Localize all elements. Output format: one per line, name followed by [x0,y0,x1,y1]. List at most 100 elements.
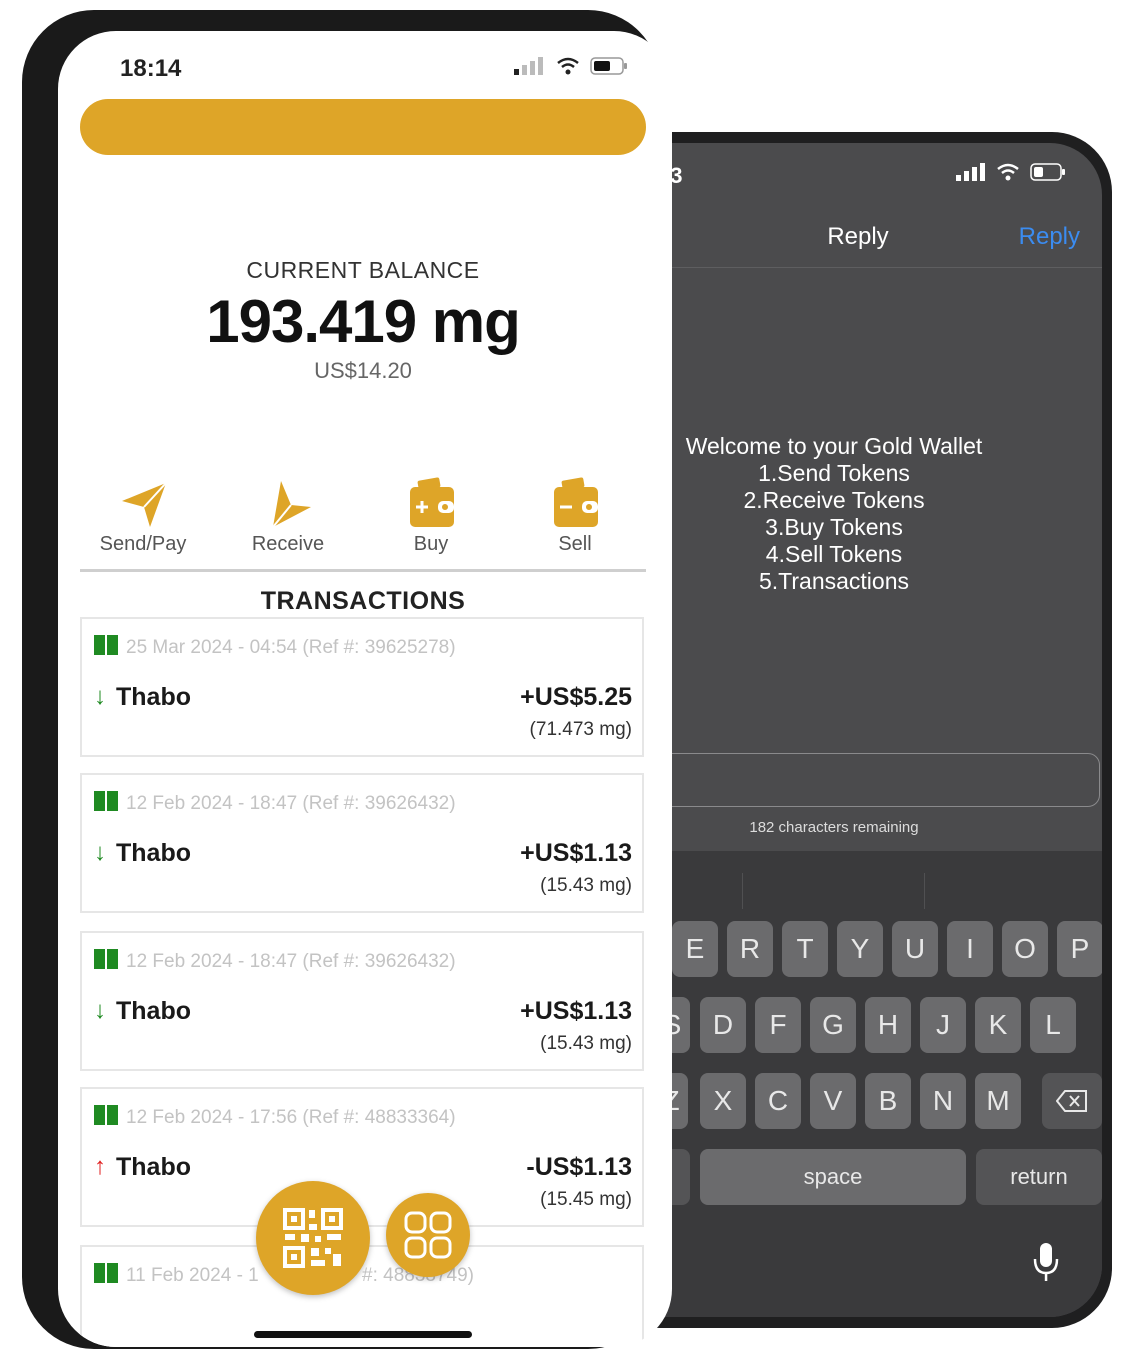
home-indicator[interactable] [254,1331,472,1338]
key-j[interactable]: J [920,997,966,1053]
send-pay-button[interactable]: Send/Pay [78,471,208,561]
transaction-meta: 12 Feb 2024 - 18:47 (Ref #: 39626432) [126,793,456,814]
key-r[interactable]: R [727,921,773,977]
battery-icon [590,57,627,75]
return-key[interactable]: return [976,1149,1102,1205]
backspace-key[interactable] [1042,1073,1102,1129]
transaction-name: Thabo [116,1153,191,1181]
key-b[interactable]: B [865,1073,911,1129]
qr-scan-button[interactable] [256,1181,370,1295]
action-label: Sell [558,533,592,555]
action-label: Buy [413,533,449,555]
header-bar [80,99,646,155]
signal-icon [956,163,985,181]
message-line: Welcome to your Gold Wallet [685,433,983,459]
transaction-meta: 11 Feb 2024 - 1 [126,1265,259,1286]
key-l[interactable]: L [1030,997,1076,1053]
flag-icon [94,791,118,811]
key-e[interactable]: E [672,921,718,977]
action-label: Receive [251,533,325,555]
message-line: 1.Send Tokens [758,460,910,486]
ussd-message: Welcome to your Gold Wallet 1.Send Token… [654,433,1014,595]
wallet-plus-icon [410,477,454,527]
flag-icon [94,1263,118,1283]
transaction-card[interactable]: 25 Mar 2024 - 04:54 (Ref #: 39625278) ↓ … [80,617,644,757]
section-divider [80,569,646,572]
microphone-icon[interactable] [1032,1241,1060,1283]
chars-remaining: 182 characters remaining [749,819,919,836]
key-d[interactable]: D [700,997,746,1053]
send-arrow-icon [122,482,167,527]
status-icons [514,57,628,75]
key-y[interactable]: Y [837,921,883,977]
key-p[interactable]: P [1057,921,1102,977]
signal-icon [514,57,543,75]
wallet-screen: 18:14 CURRENT BALANCE 193.419 mg US$14.2… [58,31,672,1347]
transaction-name: Thabo [116,683,191,711]
key-o[interactable]: O [1002,921,1048,977]
front-phone-frame: 18:14 CURRENT BALANCE 193.419 mg US$14.2… [22,10,672,1349]
arrow-up-icon: ↑ [94,1153,106,1180]
balance-value: 193.419 mg [206,288,521,355]
reply-input[interactable] [614,753,1100,807]
backspace-icon [1056,1090,1087,1112]
message-line: 3.Buy Tokens [765,514,903,540]
apps-button[interactable] [386,1193,470,1277]
message-line: 5.Transactions [759,568,909,594]
back-phone-screen: 43 Reply Reply Welcome to your Gold Wall… [614,143,1102,1317]
arrow-down-icon: ↓ [94,839,106,866]
transaction-amount: +US$5.25 [520,683,632,711]
wifi-icon [557,57,579,75]
receive-button[interactable]: Receive [223,471,353,561]
flag-icon [94,1105,118,1125]
transaction-meta: 12 Feb 2024 - 17:56 (Ref #: 48833364) [126,1107,456,1128]
key-n[interactable]: N [920,1073,966,1129]
battery-icon [1030,163,1065,181]
transaction-meta: 12 Feb 2024 - 18:47 (Ref #: 39626432) [126,951,456,972]
transaction-amount: +US$1.13 [520,997,632,1025]
transaction-meta: 25 Mar 2024 - 04:54 (Ref #: 39625278) [126,637,456,658]
transaction-amount: +US$1.13 [520,839,632,867]
key-u[interactable]: U [892,921,938,977]
key-f[interactable]: F [755,997,801,1053]
key-t[interactable]: T [782,921,828,977]
message-line: 2.Receive Tokens [743,487,925,513]
status-icons [956,163,1066,181]
message-line: 4.Sell Tokens [765,541,903,567]
suggestion-divider [924,873,925,909]
space-key[interactable]: space [700,1149,966,1205]
arrow-down-icon: ↓ [94,683,106,710]
transaction-mg: (15.43 mg) [540,1033,632,1054]
key-g[interactable]: G [810,997,856,1053]
flag-icon [94,635,118,655]
transaction-amount: -US$1.13 [526,1153,632,1181]
keyboard: E R T Y U I O P S D F G H J K L Z X C V … [614,851,1102,1317]
transaction-mg: (15.43 mg) [540,875,632,896]
action-row: Send/Pay Receive Buy Sell [78,471,648,561]
message-header: Reply Reply [614,203,1102,268]
transaction-card[interactable]: 12 Feb 2024 - 17:56 (Ref #: 48833364) ↑ … [80,1087,644,1227]
suggestion-divider [742,873,743,909]
reply-button[interactable]: Reply [1019,223,1080,251]
key-i[interactable]: I [947,921,993,977]
status-time: 18:14 [120,55,182,82]
transaction-mg: (71.473 mg) [529,719,632,740]
wifi-icon [997,163,1019,181]
transaction-card[interactable]: 12 Feb 2024 - 18:47 (Ref #: 39626432) ↓ … [80,931,644,1071]
flag-icon [94,949,118,969]
transaction-mg: (15.45 mg) [540,1189,632,1210]
key-k[interactable]: K [975,997,1021,1053]
sell-button[interactable]: Sell [510,471,640,561]
buy-button[interactable]: Buy [366,471,496,561]
key-m[interactable]: M [975,1073,1021,1129]
transaction-name: Thabo [116,997,191,1025]
key-c[interactable]: C [755,1073,801,1129]
key-h[interactable]: H [865,997,911,1053]
action-label: Send/Pay [99,533,187,555]
qr-code-icon [283,1208,343,1268]
key-v[interactable]: V [810,1073,856,1129]
key-x[interactable]: X [700,1073,746,1129]
transaction-card[interactable]: 12 Feb 2024 - 18:47 (Ref #: 39626432) ↓ … [80,773,644,913]
arrow-down-icon: ↓ [94,997,106,1024]
transaction-name: Thabo [116,839,191,867]
